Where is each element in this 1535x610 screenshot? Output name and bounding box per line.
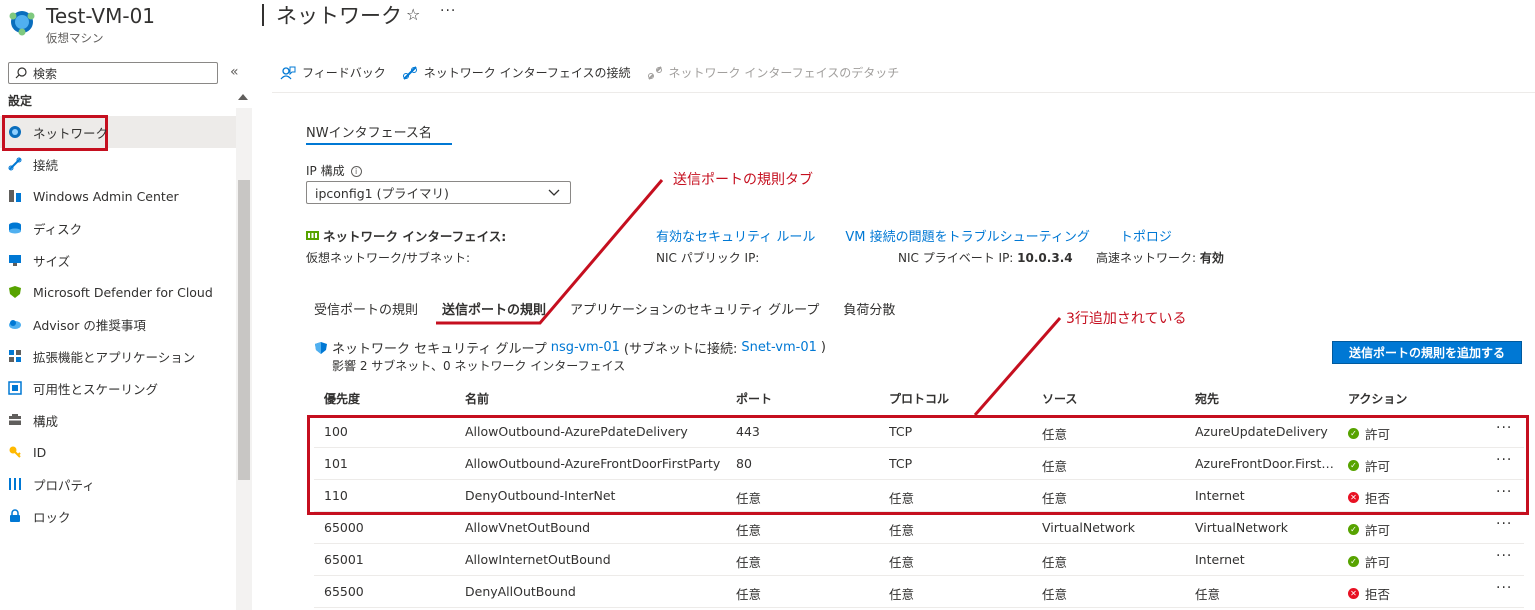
tab-annotation-line bbox=[436, 179, 664, 325]
annotation-tab-note: 送信ポートの規則タブ bbox=[673, 172, 813, 188]
rows-annotation-line bbox=[973, 317, 1062, 416]
annotation-lines bbox=[436, 179, 1062, 416]
annotation-rows-note: 3行追加されている bbox=[1066, 311, 1187, 327]
